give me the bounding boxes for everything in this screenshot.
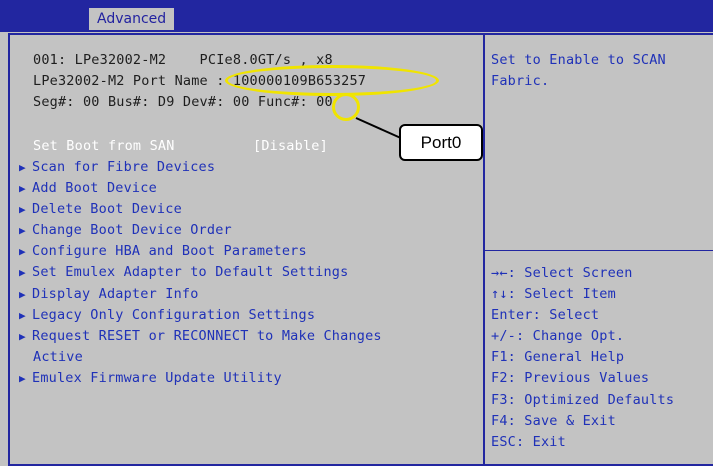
port0-callout: Port0 <box>399 124 483 161</box>
callout-pointer <box>355 117 404 140</box>
